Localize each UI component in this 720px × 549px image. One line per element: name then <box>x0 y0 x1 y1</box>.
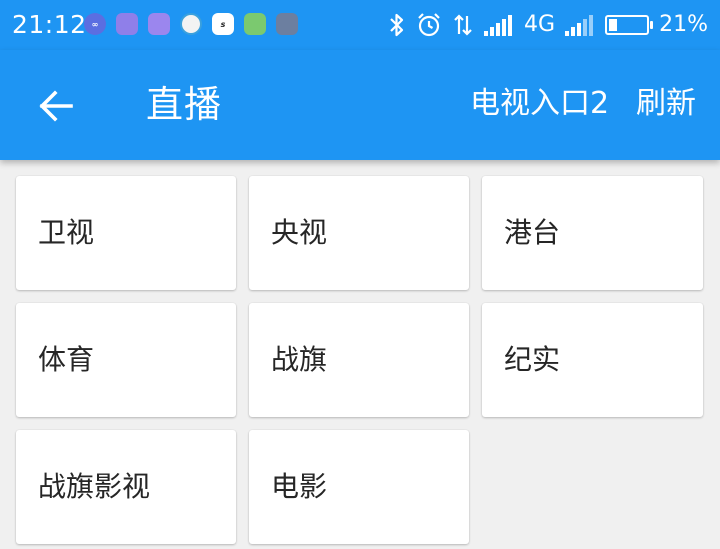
infinity-app-icon: ∞ <box>84 13 106 35</box>
alarm-icon <box>418 13 440 37</box>
category-label: 电影 <box>271 470 328 503</box>
category-label: 央视 <box>271 216 328 249</box>
map-icon <box>244 13 266 35</box>
category-card-weishi[interactable]: 卫视 <box>16 176 236 290</box>
category-label: 港台 <box>504 216 561 249</box>
category-card-dianying[interactable]: 电影 <box>249 430 469 544</box>
battery-percent: 21% <box>659 12 708 37</box>
battery-level <box>609 19 618 31</box>
apk-icon <box>148 13 170 35</box>
signal-icon <box>565 15 594 36</box>
sina-icon: s <box>212 13 234 35</box>
category-label: 卫视 <box>38 216 95 249</box>
tv-entry-button[interactable]: 电视入口2 <box>470 84 609 124</box>
category-card-jishi[interactable]: 纪实 <box>482 303 703 417</box>
back-button[interactable] <box>30 80 82 132</box>
app-screen: 21:12 ∞ s 4G 21% 直播 电视入口2 刷新 卫视 央视 港台 体育… <box>0 0 720 549</box>
apk-icon <box>116 13 138 35</box>
browser-icon <box>180 13 202 35</box>
status-time: 21:12 <box>12 10 87 39</box>
category-label: 体育 <box>38 343 95 376</box>
category-card-gangtai[interactable]: 港台 <box>482 176 703 290</box>
network-type: 4G <box>524 12 556 37</box>
data-transfer-icon <box>454 14 472 36</box>
bluetooth-icon <box>390 13 404 37</box>
status-indicators: 4G 21% <box>388 8 708 42</box>
arrow-left-icon <box>39 90 73 122</box>
category-grid: 卫视 央视 港台 体育 战旗 纪实 战旗影视 电影 <box>16 176 704 544</box>
phone-icon <box>276 13 298 35</box>
category-card-yangshi[interactable]: 央视 <box>249 176 469 290</box>
notification-icons: ∞ s <box>84 13 298 35</box>
category-card-zhanqi[interactable]: 战旗 <box>249 303 469 417</box>
app-bar: 直播 电视入口2 刷新 <box>0 50 720 160</box>
status-bar: 21:12 ∞ s 4G 21% <box>0 0 720 50</box>
category-label: 纪实 <box>504 343 561 376</box>
refresh-button[interactable]: 刷新 <box>636 84 696 124</box>
category-card-zhanqi-yingshi[interactable]: 战旗影视 <box>16 430 236 544</box>
category-label: 战旗 <box>271 343 328 376</box>
category-label: 战旗影视 <box>38 470 151 503</box>
battery-icon <box>605 15 654 35</box>
signal-icon <box>484 15 513 36</box>
page-title: 直播 <box>146 83 222 126</box>
category-card-tiyu[interactable]: 体育 <box>16 303 236 417</box>
